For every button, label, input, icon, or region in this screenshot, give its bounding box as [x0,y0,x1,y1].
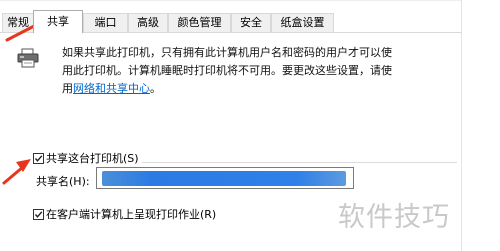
description-line-3-suffix: 。 [150,82,161,95]
tab-general[interactable]: 常规 [2,13,34,32]
description-line-1: 如果共享此打印机，只有拥有此计算机用户名和密码的用户才可以使 [62,46,392,59]
printer-icon [17,48,39,68]
tab-tray-settings[interactable]: 纸盒设置 [271,13,334,32]
arrowhead-share-checkbox [16,159,31,172]
dialog-right-edge [461,0,462,251]
share-name-label: 共享名(H): [36,175,90,188]
share-printer-checkbox[interactable] [33,153,44,164]
arrow-to-share-checkbox [2,165,25,185]
description-line-3: 用网络和共享中心。 [62,80,457,98]
watermark-text: 软件技巧 [338,202,450,233]
network-sharing-center-link[interactable]: 网络和共享中心 [73,82,150,95]
render-jobs-label[interactable]: 在客户端计算机上呈现打印作业(R) [46,208,216,221]
checkmark-icon [34,211,43,218]
checkmark-icon [34,155,43,162]
share-name-redaction [102,171,346,186]
tab-advanced[interactable]: 高级 [128,13,168,32]
sharing-description: 如果共享此打印机，只有拥有此计算机用户名和密码的用户才可以使 用此打印机。计算机… [62,44,457,98]
printer-properties-dialog: 常规 共享 端口 高级 颜色管理 安全 纸盒设置 如果共享此打印机，只有拥有此计… [0,0,500,251]
description-line-3-prefix: 用 [62,82,73,95]
tab-color-management[interactable]: 颜色管理 [168,13,231,32]
tab-ports[interactable]: 端口 [83,13,128,32]
dialog-top-edge [0,0,462,1]
share-printer-label[interactable]: 共享这台打印机(S) [46,152,142,165]
render-jobs-checkbox[interactable] [33,209,44,220]
tab-security[interactable]: 安全 [231,13,271,32]
tab-sharing[interactable]: 共享 [33,10,83,33]
tab-strip: 常规 共享 端口 高级 颜色管理 安全 纸盒设置 [0,10,500,33]
description-line-2: 用此打印机。计算机睡眠时打印机将不可用。要更改这些设置，请使 [62,64,392,77]
